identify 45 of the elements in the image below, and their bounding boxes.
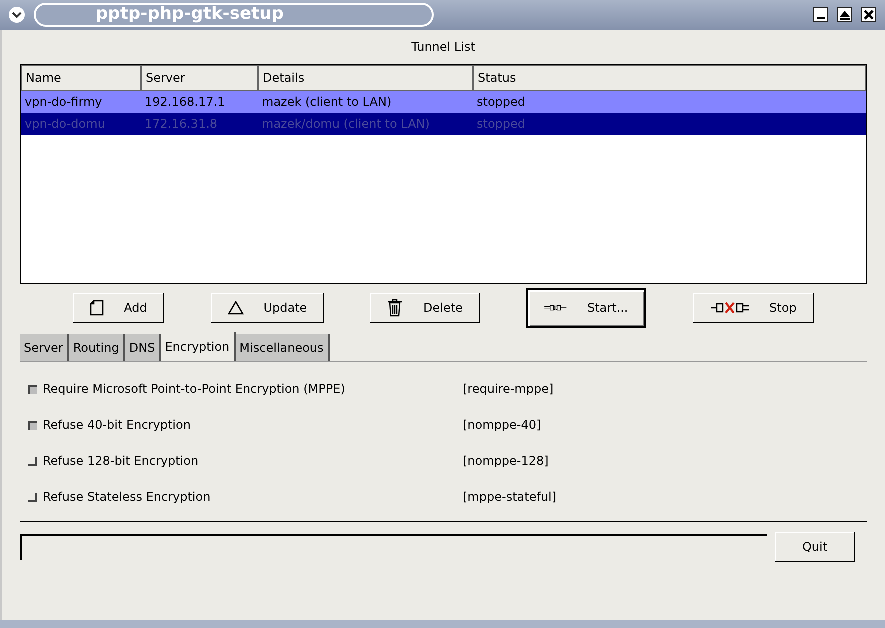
column-header[interactable]: Name <box>21 65 141 91</box>
table-row[interactable]: vpn-do-firmy 192.168.17.1 mazek (client to LAN) stopped <box>21 91 866 113</box>
table-cell-text: stopped <box>476 94 527 111</box>
toolbar-button[interactable]: Add <box>73 293 164 323</box>
tunnel-list-title: Tunnel List <box>410 39 476 56</box>
unplug-icon <box>710 301 750 315</box>
trash-icon <box>387 299 404 317</box>
tab[interactable]: DNS <box>125 334 162 362</box>
window-title: pptp-php-gtk-setup <box>34 3 434 27</box>
tab[interactable]: Routing <box>69 334 126 362</box>
toolbar-button[interactable]: Stop <box>692 293 814 323</box>
menu-icon[interactable] <box>8 6 26 24</box>
triangle-icon <box>228 301 244 315</box>
checkbox[interactable] <box>28 492 37 502</box>
quit-button[interactable]: Quit <box>775 532 855 562</box>
option-flag-label: [require-mppe] <box>463 381 554 398</box>
tab[interactable]: Server <box>20 334 70 362</box>
option-flag-label: [mppe-stateful] <box>463 489 557 506</box>
checkbox[interactable] <box>28 420 37 430</box>
table-cell-text: 192.168.17.1 <box>144 94 226 111</box>
close-icon[interactable] <box>861 7 877 23</box>
table-cell-text: 172.16.31.8 <box>144 116 219 133</box>
checkbox[interactable] <box>28 384 37 394</box>
column-header[interactable]: Status <box>473 65 866 91</box>
column-header[interactable]: Server <box>141 65 258 91</box>
toolbar-button[interactable]: Delete <box>370 293 480 323</box>
option-label: Require Microsoft Point-to-Point Encryption (MPPE) <box>43 381 346 398</box>
table-cell-text: mazek (client to LAN) <box>261 94 393 111</box>
checkbox[interactable] <box>28 456 37 466</box>
option-label: Refuse 40-bit Encryption <box>43 417 192 434</box>
option-flag-label: [nomppe-128] <box>463 453 549 470</box>
table-cell-text: stopped <box>476 116 527 133</box>
column-header[interactable]: Details <box>258 65 473 91</box>
tab[interactable]: Miscellaneous <box>236 334 330 362</box>
table-cell-text: vpn-do-firmy <box>24 94 104 111</box>
minimize-icon[interactable] <box>813 7 829 23</box>
maximize-icon[interactable] <box>837 7 853 23</box>
toolbar-button[interactable]: Start... <box>526 288 646 328</box>
option-label: Refuse 128-bit Encryption <box>43 453 200 470</box>
page-icon <box>90 300 104 316</box>
option-label: Refuse Stateless Encryption <box>43 489 212 506</box>
option-flag-label: [nomppe-40] <box>463 417 542 434</box>
toolbar-button[interactable]: Update <box>210 293 324 323</box>
table-cell-text: mazek/domu (client to LAN) <box>261 116 431 133</box>
table-cell-text: vpn-do-domu <box>24 116 106 133</box>
